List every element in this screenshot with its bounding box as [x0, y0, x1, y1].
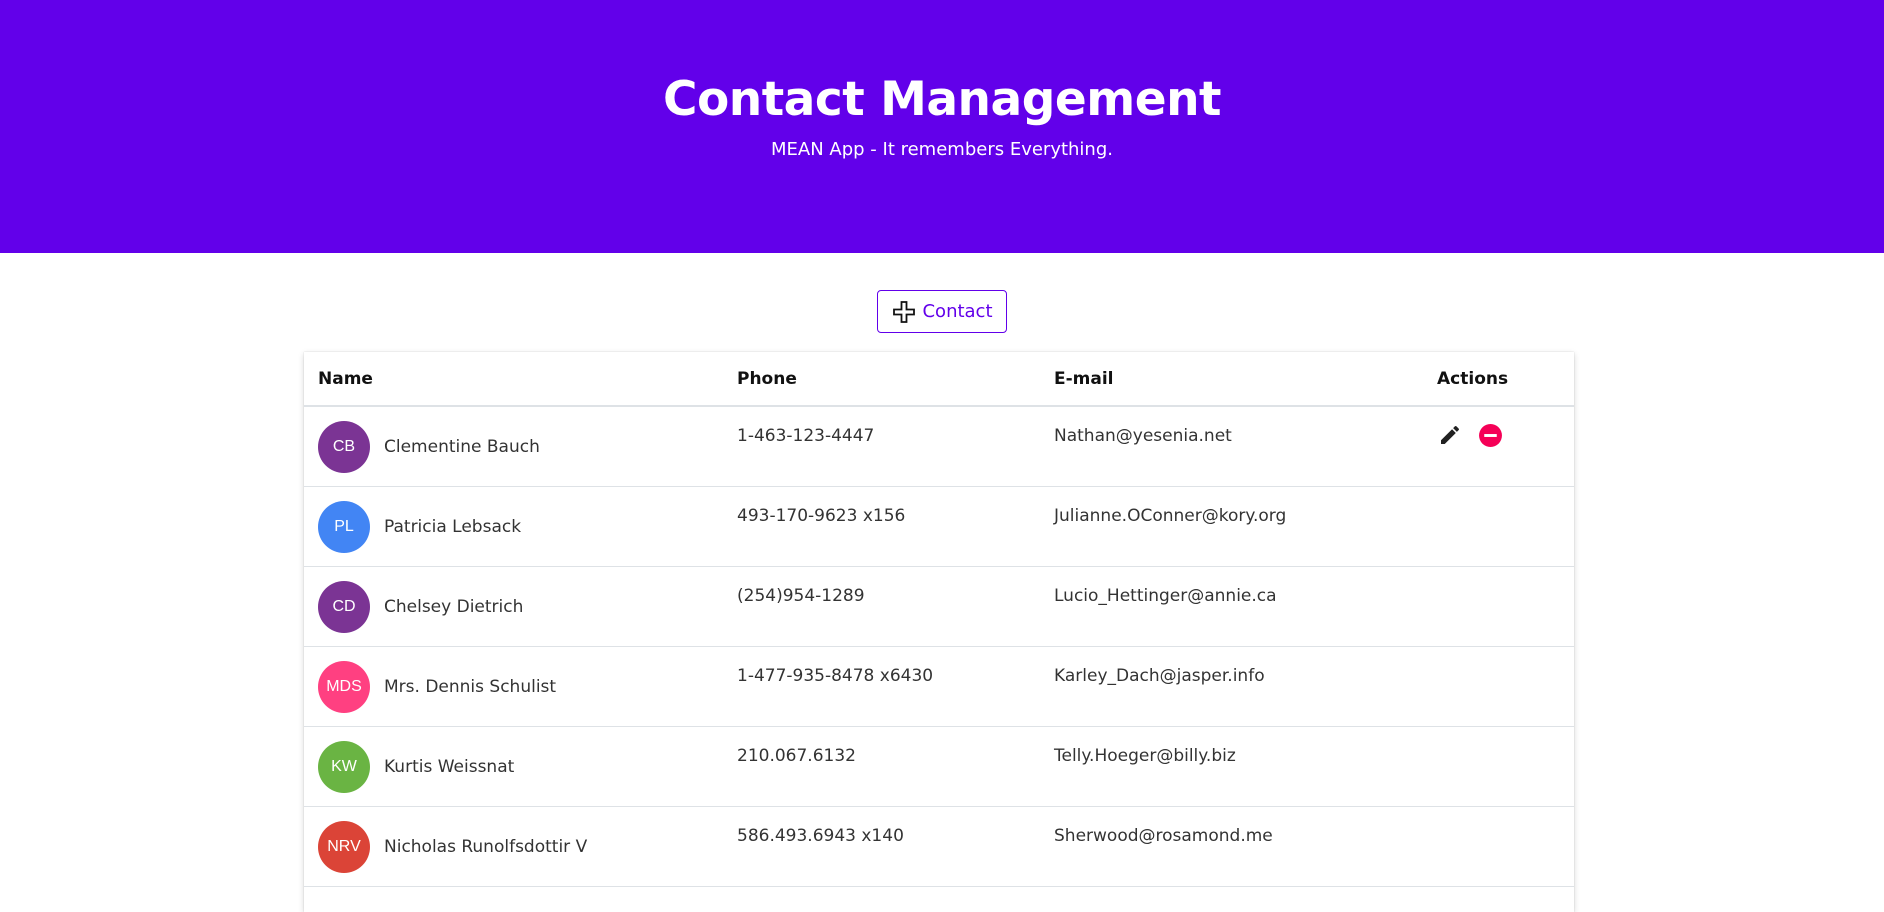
table-row[interactable]: NRV Nicholas Runolfsdottir V 586.493.694…	[304, 806, 1574, 887]
toolbar: Contact	[0, 290, 1884, 333]
avatar: CD	[318, 580, 370, 633]
contacts-table: Name Phone E-mail Actions CB Clementine …	[304, 352, 1574, 887]
contact-name: Kurtis Weissnat	[384, 756, 515, 777]
column-header-phone: Phone	[737, 352, 1054, 407]
page-title: Contact Management	[662, 72, 1222, 127]
table-row[interactable]: CD Chelsey Dietrich (254)954-1289 Lucio_…	[304, 566, 1574, 647]
contact-name: Clementine Bauch	[384, 436, 540, 457]
table-row[interactable]: MDS Mrs. Dennis Schulist 1-477-935-8478 …	[304, 646, 1574, 727]
add-contact-label: Contact	[922, 301, 993, 322]
contact-email: Nathan@yesenia.net	[1054, 406, 1437, 487]
contact-name: Mrs. Dennis Schulist	[384, 676, 557, 697]
contact-phone: 1-463-123-4447	[737, 406, 1054, 487]
column-header-actions: Actions	[1437, 352, 1574, 407]
column-header-email: E-mail	[1054, 352, 1437, 407]
header-banner: Contact Management MEAN App - It remembe…	[0, 0, 1884, 253]
plus-icon	[892, 300, 916, 324]
contact-phone: 1-477-935-8478 x6430	[737, 646, 1054, 727]
avatar: MDS	[318, 660, 370, 713]
contact-email: Julianne.OConner@kory.org	[1054, 486, 1437, 567]
contact-email: Karley_Dach@jasper.info	[1054, 646, 1437, 727]
edit-icon[interactable]	[1437, 422, 1463, 448]
contact-email: Lucio_Hettinger@annie.ca	[1054, 566, 1437, 647]
contact-email: Sherwood@rosamond.me	[1054, 806, 1437, 887]
table-row[interactable]: PL Patricia Lebsack 493-170-9623 x156 Ju…	[304, 486, 1574, 567]
contacts-card: Name Phone E-mail Actions CB Clementine …	[304, 352, 1574, 912]
remove-icon[interactable]	[1477, 422, 1503, 448]
avatar: CB	[318, 420, 370, 473]
avatar: PL	[318, 500, 370, 553]
row-actions	[1437, 407, 1574, 448]
contact-name: Chelsey Dietrich	[384, 596, 524, 617]
table-header-row: Name Phone E-mail Actions	[304, 352, 1574, 407]
contact-name: Patricia Lebsack	[384, 516, 522, 537]
table-row[interactable]: CB Clementine Bauch 1-463-123-4447 Natha…	[304, 406, 1574, 487]
contact-phone: (254)954-1289	[737, 566, 1054, 647]
contact-phone: 210.067.6132	[737, 726, 1054, 807]
page-subtitle: MEAN App - It remembers Everything.	[771, 139, 1113, 160]
column-header-name: Name	[304, 352, 737, 407]
contact-email: Telly.Hoeger@billy.biz	[1054, 726, 1437, 807]
contact-phone: 586.493.6943 x140	[737, 806, 1054, 887]
table-row[interactable]: KW Kurtis Weissnat 210.067.6132 Telly.Ho…	[304, 726, 1574, 807]
add-contact-button[interactable]: Contact	[877, 290, 1007, 333]
avatar: NRV	[318, 820, 370, 873]
contact-phone: 493-170-9623 x156	[737, 486, 1054, 567]
contact-name: Nicholas Runolfsdottir V	[384, 836, 588, 857]
avatar: KW	[318, 740, 370, 793]
